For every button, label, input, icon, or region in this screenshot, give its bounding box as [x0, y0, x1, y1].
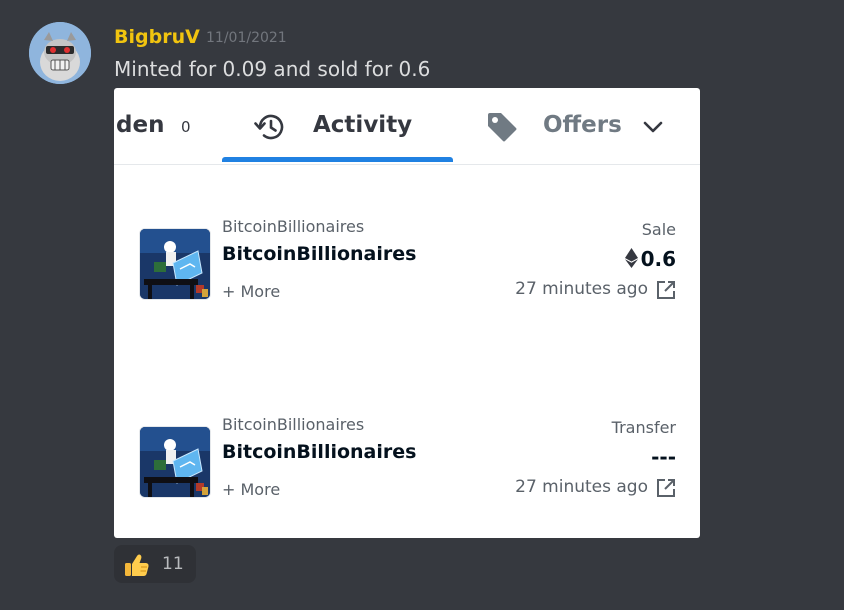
message-timestamp: 11/01/2021: [206, 30, 287, 46]
user-avatar[interactable]: [29, 22, 91, 84]
collection-name[interactable]: BitcoinBillionaires: [222, 217, 364, 236]
event-time: 27 minutes ago: [515, 477, 648, 497]
event-type: Transfer: [611, 418, 676, 437]
tab-hidden-label[interactable]: den: [116, 112, 164, 138]
tag-icon: [485, 110, 519, 148]
reaction-thumbs-up[interactable]: 11: [114, 545, 196, 583]
activity-row[interactable]: BitcoinBillionaires BitcoinBillionaires …: [114, 200, 700, 320]
chevron-down-icon[interactable]: [642, 117, 664, 141]
item-name[interactable]: BitcoinBillionaires: [222, 441, 416, 463]
embedded-screenshot[interactable]: den 0 Activity Offers BitcoinBillionaire…: [114, 88, 700, 538]
event-time: 27 minutes ago: [515, 279, 648, 299]
price: ---: [651, 445, 676, 469]
price: 0.6: [624, 247, 676, 273]
nft-thumbnail[interactable]: [139, 426, 211, 498]
ethereum-icon: [624, 248, 638, 273]
more-link[interactable]: + More: [222, 480, 280, 499]
price-value: ---: [651, 445, 676, 469]
activity-row[interactable]: BitcoinBillionaires BitcoinBillionaires …: [114, 398, 700, 518]
tab-hidden-count: 0: [181, 118, 191, 136]
thumbs-up-icon: [124, 553, 150, 581]
external-link-icon[interactable]: [656, 280, 676, 300]
message-content: Minted for 0.09 and sold for 0.6: [114, 57, 431, 81]
external-link-icon[interactable]: [656, 478, 676, 498]
activity-tabbar: den 0 Activity Offers: [114, 88, 700, 165]
tab-offers[interactable]: Offers: [543, 112, 622, 138]
nft-thumbnail[interactable]: [139, 228, 211, 300]
event-type: Sale: [641, 220, 676, 239]
active-tab-indicator: [222, 157, 453, 162]
robot-bulldog-avatar-icon: [29, 22, 91, 84]
item-name[interactable]: BitcoinBillionaires: [222, 243, 416, 265]
history-icon: [254, 112, 286, 146]
more-link[interactable]: + More: [222, 282, 280, 301]
price-value: 0.6: [640, 247, 676, 271]
username[interactable]: BigbruV: [114, 26, 200, 48]
reaction-count: 11: [162, 554, 184, 574]
collection-name[interactable]: BitcoinBillionaires: [222, 415, 364, 434]
tab-activity[interactable]: Activity: [313, 112, 412, 138]
